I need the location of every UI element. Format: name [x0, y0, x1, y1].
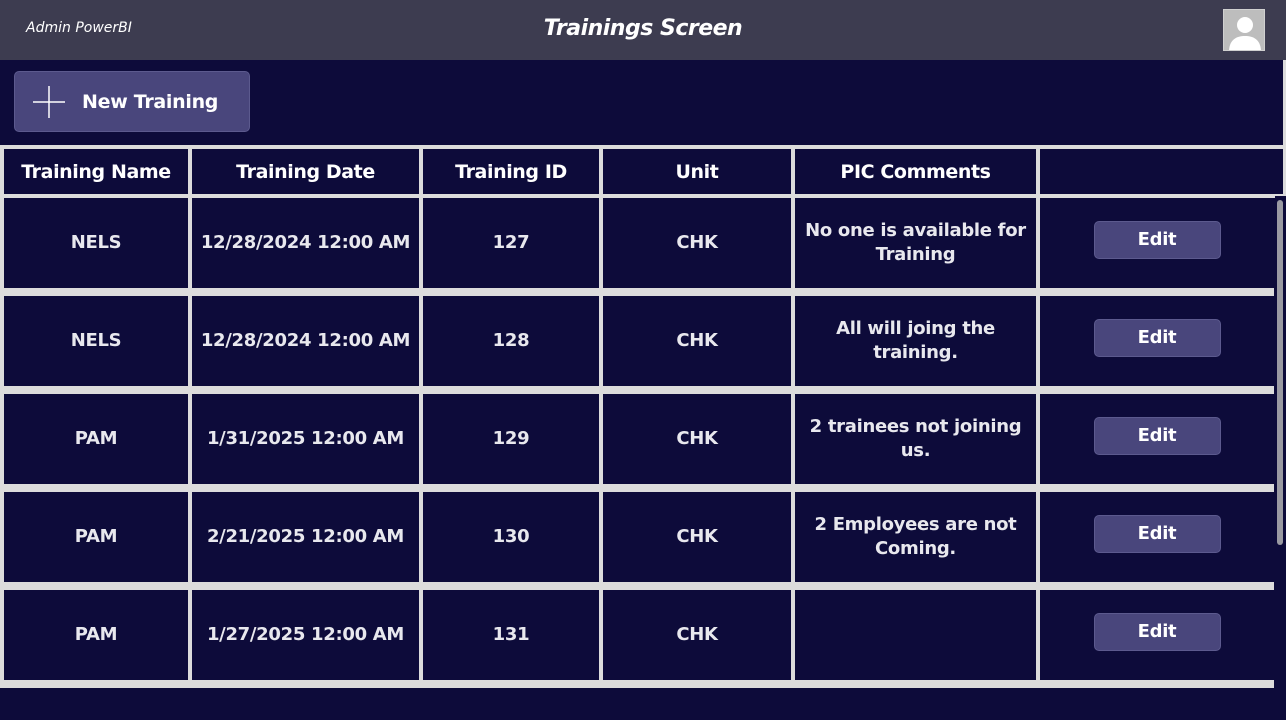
cell-pic-comments — [795, 590, 1036, 680]
page-title: Trainings Screen — [543, 16, 743, 41]
edit-button[interactable]: Edit — [1093, 417, 1221, 455]
cell-unit: CHK — [603, 394, 791, 484]
cell-training-date: 2/21/2025 12:00 AM — [192, 492, 419, 582]
user-avatar-icon[interactable] — [1223, 9, 1265, 51]
table-row[interactable]: PAM 1/27/2025 12:00 AM 131 CHK Edit — [0, 590, 1274, 688]
table-row[interactable]: NELS 12/28/2024 12:00 AM 128 CHK All wil… — [0, 296, 1274, 394]
cell-actions: Edit — [1040, 394, 1274, 484]
scrollbar-thumb[interactable] — [1277, 200, 1283, 545]
edit-button[interactable]: Edit — [1093, 515, 1221, 553]
column-header-unit: Unit — [603, 149, 791, 194]
table-row[interactable]: PAM 2/21/2025 12:00 AM 130 CHK 2 Employe… — [0, 492, 1274, 590]
cell-unit: CHK — [603, 590, 791, 680]
trainings-gallery: Training Name Training Date Training ID … — [0, 145, 1286, 690]
column-header-training-date: Training Date — [192, 149, 419, 194]
cell-unit: CHK — [603, 198, 791, 288]
cell-actions: Edit — [1040, 492, 1274, 582]
cell-pic-comments: 2 Employees are not Coming. — [795, 492, 1036, 582]
column-header-pic-comments: PIC Comments — [795, 149, 1036, 194]
cell-training-name: NELS — [4, 296, 188, 386]
edit-button[interactable]: Edit — [1093, 221, 1221, 259]
cell-training-id: 127 — [423, 198, 599, 288]
new-training-button[interactable]: New Training — [14, 71, 250, 132]
cell-actions: Edit — [1040, 198, 1274, 288]
cell-training-name: PAM — [4, 492, 188, 582]
edit-button[interactable]: Edit — [1093, 319, 1221, 357]
cell-training-id: 131 — [423, 590, 599, 680]
cell-actions: Edit — [1040, 296, 1274, 386]
cell-training-id: 130 — [423, 492, 599, 582]
cell-actions: Edit — [1040, 590, 1274, 680]
column-header-actions — [1040, 149, 1286, 194]
cell-training-id: 128 — [423, 296, 599, 386]
cell-training-date: 1/31/2025 12:00 AM — [192, 394, 419, 484]
column-header-training-id: Training ID — [423, 149, 599, 194]
cell-pic-comments: No one is available for Training — [795, 198, 1036, 288]
cell-pic-comments: 2 trainees not joining us. — [795, 394, 1036, 484]
app-header: Admin PowerBI Trainings Screen — [0, 0, 1286, 60]
cell-training-date: 1/27/2025 12:00 AM — [192, 590, 419, 680]
cell-training-date: 12/28/2024 12:00 AM — [192, 296, 419, 386]
table-header: Training Name Training Date Training ID … — [0, 145, 1286, 198]
cell-pic-comments: All will joing the training. — [795, 296, 1036, 386]
cell-training-name: PAM — [4, 590, 188, 680]
new-training-label: New Training — [82, 90, 219, 113]
cell-training-name: PAM — [4, 394, 188, 484]
cell-training-name: NELS — [4, 198, 188, 288]
plus-icon — [32, 85, 66, 119]
cell-unit: CHK — [603, 492, 791, 582]
column-header-training-name: Training Name — [4, 149, 188, 194]
cell-unit: CHK — [603, 296, 791, 386]
cell-training-date: 12/28/2024 12:00 AM — [192, 198, 419, 288]
cell-training-id: 129 — [423, 394, 599, 484]
table-row[interactable]: PAM 1/31/2025 12:00 AM 129 CHK 2 trainee… — [0, 394, 1274, 492]
table-row[interactable]: NELS 12/28/2024 12:00 AM 127 CHK No one … — [0, 198, 1274, 296]
edit-button[interactable]: Edit — [1093, 613, 1221, 651]
